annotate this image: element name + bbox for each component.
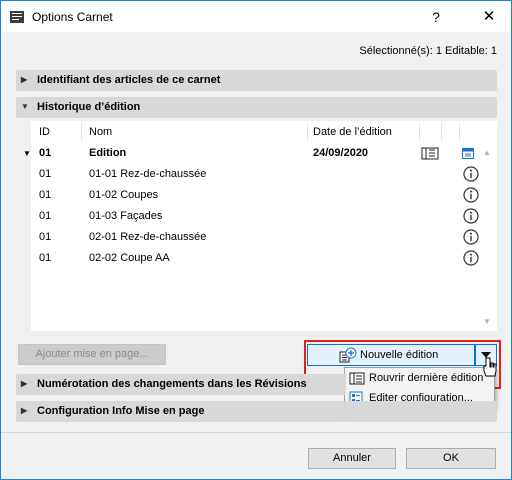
triangle-down-icon: ▼	[21, 102, 29, 111]
column-separator	[81, 123, 82, 141]
info-icon[interactable]	[463, 208, 479, 224]
close-button[interactable]: ✕	[479, 7, 499, 27]
row-name: 01-01 Rez-de-chaussée	[89, 168, 207, 180]
row-date: 24/09/2020	[313, 147, 369, 159]
reopen-edition-icon	[349, 372, 365, 385]
row-id: 01	[39, 189, 52, 201]
column-separator	[441, 123, 442, 141]
section-label: Numérotation des changements dans les Ré…	[37, 378, 307, 390]
column-header-id[interactable]: ID	[39, 126, 50, 138]
table-row[interactable]: 01 01-02 Coupes	[31, 185, 481, 206]
row-name: 02-02 Coupe AA	[89, 252, 170, 264]
table-row[interactable]: 01 01-03 Façades	[31, 206, 481, 227]
column-separator	[459, 123, 460, 141]
help-button[interactable]: ?	[426, 7, 446, 27]
window-title: Options Carnet	[32, 10, 113, 24]
info-icon[interactable]	[463, 229, 479, 245]
mouse-cursor-icon	[483, 357, 497, 377]
section-numbering-header[interactable]: ▶ Numérotation des changements dans les …	[16, 374, 346, 395]
expand-triangle-icon[interactable]: ▼	[23, 149, 31, 158]
row-name: Edition	[89, 147, 127, 159]
section-config-header-tail	[344, 401, 497, 422]
column-separator	[419, 123, 420, 141]
column-header-date[interactable]: Date de l’édition	[313, 126, 392, 138]
row-name: 02-01 Rez-de-chaussée	[89, 231, 207, 243]
edition-details-icon[interactable]	[462, 148, 474, 159]
table-row[interactable]: 01 02-01 Rez-de-chaussée	[31, 227, 481, 248]
row-id: 01	[39, 231, 52, 243]
add-layout-button[interactable]: Ajouter mise en page...	[18, 344, 166, 365]
section-history-header[interactable]: ▼ Historique d’édition	[16, 97, 497, 118]
scroll-down-arrow-icon[interactable]: ▼	[483, 317, 491, 326]
row-id: 01	[39, 210, 52, 222]
info-icon[interactable]	[463, 166, 479, 182]
new-edition-icon	[339, 347, 357, 363]
column-separator	[307, 123, 308, 141]
title-bar: Options Carnet ? ✕	[1, 1, 511, 32]
new-edition-label: Nouvelle édition	[360, 349, 439, 361]
triangle-right-icon: ▶	[21, 75, 28, 84]
row-id: 01	[39, 252, 52, 264]
footer-divider	[1, 432, 511, 433]
section-label: Identifiant des articles de ce carnet	[37, 74, 221, 86]
table-row-parent[interactable]: ▼ 01 Edition 24/09/2020	[23, 143, 481, 164]
section-label: Configuration Info Mise en page	[37, 405, 205, 417]
selection-info: Sélectionné(s): 1 Editable: 1	[359, 45, 497, 57]
cancel-button[interactable]: Annuler	[308, 448, 396, 469]
row-name: 01-02 Coupes	[89, 189, 159, 201]
section-identifier-header[interactable]: ▶ Identifiant des articles de ce carnet	[16, 70, 497, 91]
table-row[interactable]: 01 02-02 Coupe AA	[31, 248, 481, 269]
app-icon	[10, 11, 24, 23]
row-id: 01	[39, 168, 52, 180]
section-label: Historique d’édition	[37, 101, 141, 113]
triangle-right-icon: ▶	[21, 406, 28, 415]
table-row[interactable]: 01 01-01 Rez-de-chaussée	[31, 164, 481, 185]
options-carnet-dialog: Options Carnet ? ✕ Sélectionné(s): 1 Edi…	[0, 0, 512, 480]
history-table: ID Nom Date de l’édition ▼ 01 Edition 24…	[23, 121, 497, 331]
layout-book-icon[interactable]	[421, 147, 439, 160]
triangle-right-icon: ▶	[21, 379, 28, 388]
scroll-up-arrow-icon[interactable]: ▲	[483, 148, 491, 157]
info-icon[interactable]	[463, 250, 479, 266]
info-icon[interactable]	[463, 187, 479, 203]
row-id: 01	[39, 147, 52, 159]
new-edition-button[interactable]: Nouvelle édition	[307, 344, 475, 366]
ok-button[interactable]: OK	[406, 448, 496, 469]
menu-item-reopen-last-edition[interactable]: Rouvrir dernière édition	[345, 369, 494, 388]
row-name: 01-03 Façades	[89, 210, 163, 222]
column-header-name[interactable]: Nom	[89, 126, 112, 138]
section-config-header[interactable]: ▶ Configuration Info Mise en page	[16, 401, 344, 422]
menu-item-label: Rouvrir dernière édition	[369, 372, 484, 384]
